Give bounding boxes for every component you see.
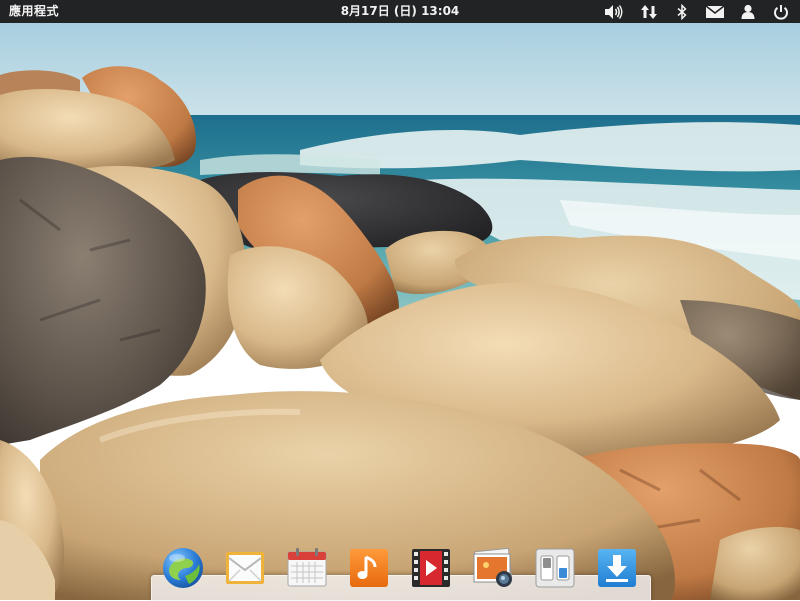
videos-icon[interactable] [409, 546, 453, 590]
music-icon[interactable] [347, 546, 391, 590]
volume-icon[interactable] [602, 0, 624, 23]
top-panel: 應用程式 8月17日 (日) 13:04 [0, 0, 800, 23]
bluetooth-icon[interactable] [671, 0, 693, 23]
calendar-icon[interactable] [285, 546, 329, 590]
power-icon[interactable] [770, 0, 792, 23]
applications-menu-button[interactable]: 應用程式 [9, 0, 59, 23]
mail-icon[interactable] [223, 546, 267, 590]
user-icon[interactable] [737, 0, 759, 23]
system-settings-icon[interactable] [533, 546, 577, 590]
app-center-icon[interactable] [595, 546, 639, 590]
photos-icon[interactable] [471, 546, 515, 590]
desktop-wallpaper [0, 0, 800, 600]
messages-icon[interactable] [704, 0, 726, 23]
web-browser-icon[interactable] [161, 546, 205, 590]
clock-text[interactable]: 8月17日 (日) 13:04 [341, 4, 460, 18]
network-icon[interactable] [638, 0, 660, 23]
